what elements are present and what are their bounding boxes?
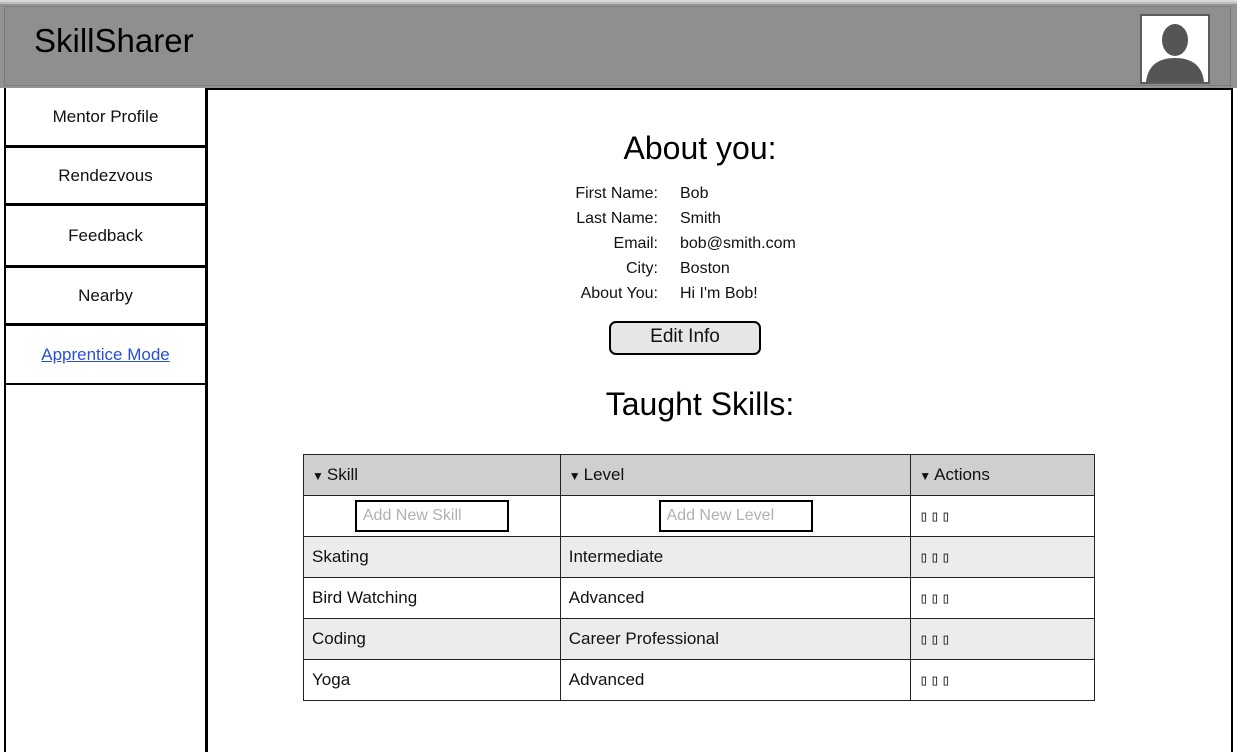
table-cell: ▯▯▯ (910, 495, 1095, 537)
field-value: Boston (680, 260, 730, 277)
table-header-row: ▼ Skill ▼ Level ▼ Actions (303, 454, 1095, 496)
field-label: First Name: (575, 185, 658, 202)
table-row: Coding Career Professional ▯▯▯ (303, 618, 1095, 660)
taught-skills-title: Taught Skills: (605, 386, 795, 422)
row-action-icons[interactable]: ▯▯▯ (919, 671, 952, 689)
row-action-icons[interactable]: ▯▯▯ (919, 589, 952, 607)
level-cell: Career Professional (559, 618, 912, 660)
table-row: Bird Watching Advanced ▯▯▯ (303, 577, 1095, 619)
app-title: SkillSharer (34, 22, 194, 59)
column-label: Actions (934, 465, 990, 484)
apprentice-mode-link[interactable]: Apprentice Mode (41, 345, 170, 365)
user-avatar-icon[interactable] (1140, 14, 1210, 84)
sidebar-item-mentor-profile[interactable]: Mentor Profile (4, 88, 205, 148)
level-cell: Intermediate (559, 536, 912, 578)
skill-cell: Skating (303, 536, 561, 578)
skill-cell: Bird Watching (303, 577, 561, 619)
sidebar-item-apprentice-mode[interactable]: Apprentice Mode (4, 326, 205, 385)
sort-down-icon: ▼ (568, 469, 581, 483)
field-label: Email: (613, 235, 658, 252)
column-header-actions[interactable]: ▼ Actions (910, 454, 1095, 496)
sidebar-item-nearby[interactable]: Nearby (4, 268, 205, 326)
column-label: Level (583, 465, 625, 484)
skill-cell: Yoga (303, 659, 561, 701)
column-label: Skill (326, 465, 359, 484)
field-about-you: About You: Hi I'm Bob! (540, 281, 900, 306)
table-cell (303, 495, 561, 537)
sort-down-icon: ▼ (312, 469, 324, 483)
edit-info-button[interactable]: Edit Info (609, 321, 761, 355)
sort-down-icon: ▼ (919, 469, 932, 483)
row-action-icons[interactable]: ▯▯▯ (919, 630, 952, 648)
about-fields: First Name: Bob Last Name: Smith Email: … (540, 181, 900, 306)
row-action-icons[interactable]: ▯▯▯ (919, 548, 952, 566)
table-cell: ▯▯▯ (910, 577, 1095, 619)
field-value: Smith (680, 210, 721, 227)
sidebar-item-rendezvous[interactable]: Rendezvous (4, 148, 205, 206)
field-email: Email: bob@smith.com (540, 231, 900, 256)
column-header-level[interactable]: ▼ Level (559, 454, 912, 496)
sidebar-item-label: Nearby (78, 285, 133, 305)
field-label: About You: (580, 285, 658, 302)
field-value: Bob (680, 185, 709, 202)
sidebar-item-label: Feedback (68, 225, 143, 245)
table-row: Yoga Advanced ▯▯▯ (303, 659, 1095, 701)
field-last-name: Last Name: Smith (540, 206, 900, 231)
about-title: About you: (623, 130, 777, 166)
field-value: Hi I'm Bob! (680, 285, 758, 302)
table-cell (559, 495, 912, 537)
column-header-skill[interactable]: ▼ Skill (303, 454, 561, 496)
add-level-input[interactable] (658, 500, 813, 532)
field-value: bob@smith.com (680, 235, 796, 252)
table-cell: ▯▯▯ (910, 618, 1095, 660)
level-cell: Advanced (559, 577, 912, 619)
table-row: Skating Intermediate ▯▯▯ (303, 536, 1095, 578)
field-first-name: First Name: Bob (540, 181, 900, 206)
sidebar: Mentor Profile Rendezvous Feedback Nearb… (4, 88, 208, 752)
field-label: Last Name: (576, 210, 658, 227)
add-skill-input[interactable] (354, 500, 509, 532)
row-action-icons[interactable]: ▯▯▯ (919, 507, 952, 525)
new-skill-row: ▯▯▯ (303, 495, 1095, 537)
skills-table: ▼Skill ▼Level ▼Actions ▯▯▯ (303, 454, 1095, 701)
sidebar-item-label: Mentor Profile (52, 106, 159, 126)
table-cell: ▯▯▯ (910, 536, 1095, 578)
sidebar-item-feedback[interactable]: Feedback (4, 206, 205, 268)
app-header: SkillSharer (0, 2, 1237, 88)
table-cell: ▯▯▯ (910, 659, 1095, 701)
skill-cell: Coding (303, 618, 561, 660)
level-cell: Advanced (559, 659, 912, 701)
field-city: City: Boston (540, 256, 900, 281)
sidebar-item-label: Rendezvous (58, 165, 153, 185)
field-label: City: (626, 260, 658, 277)
